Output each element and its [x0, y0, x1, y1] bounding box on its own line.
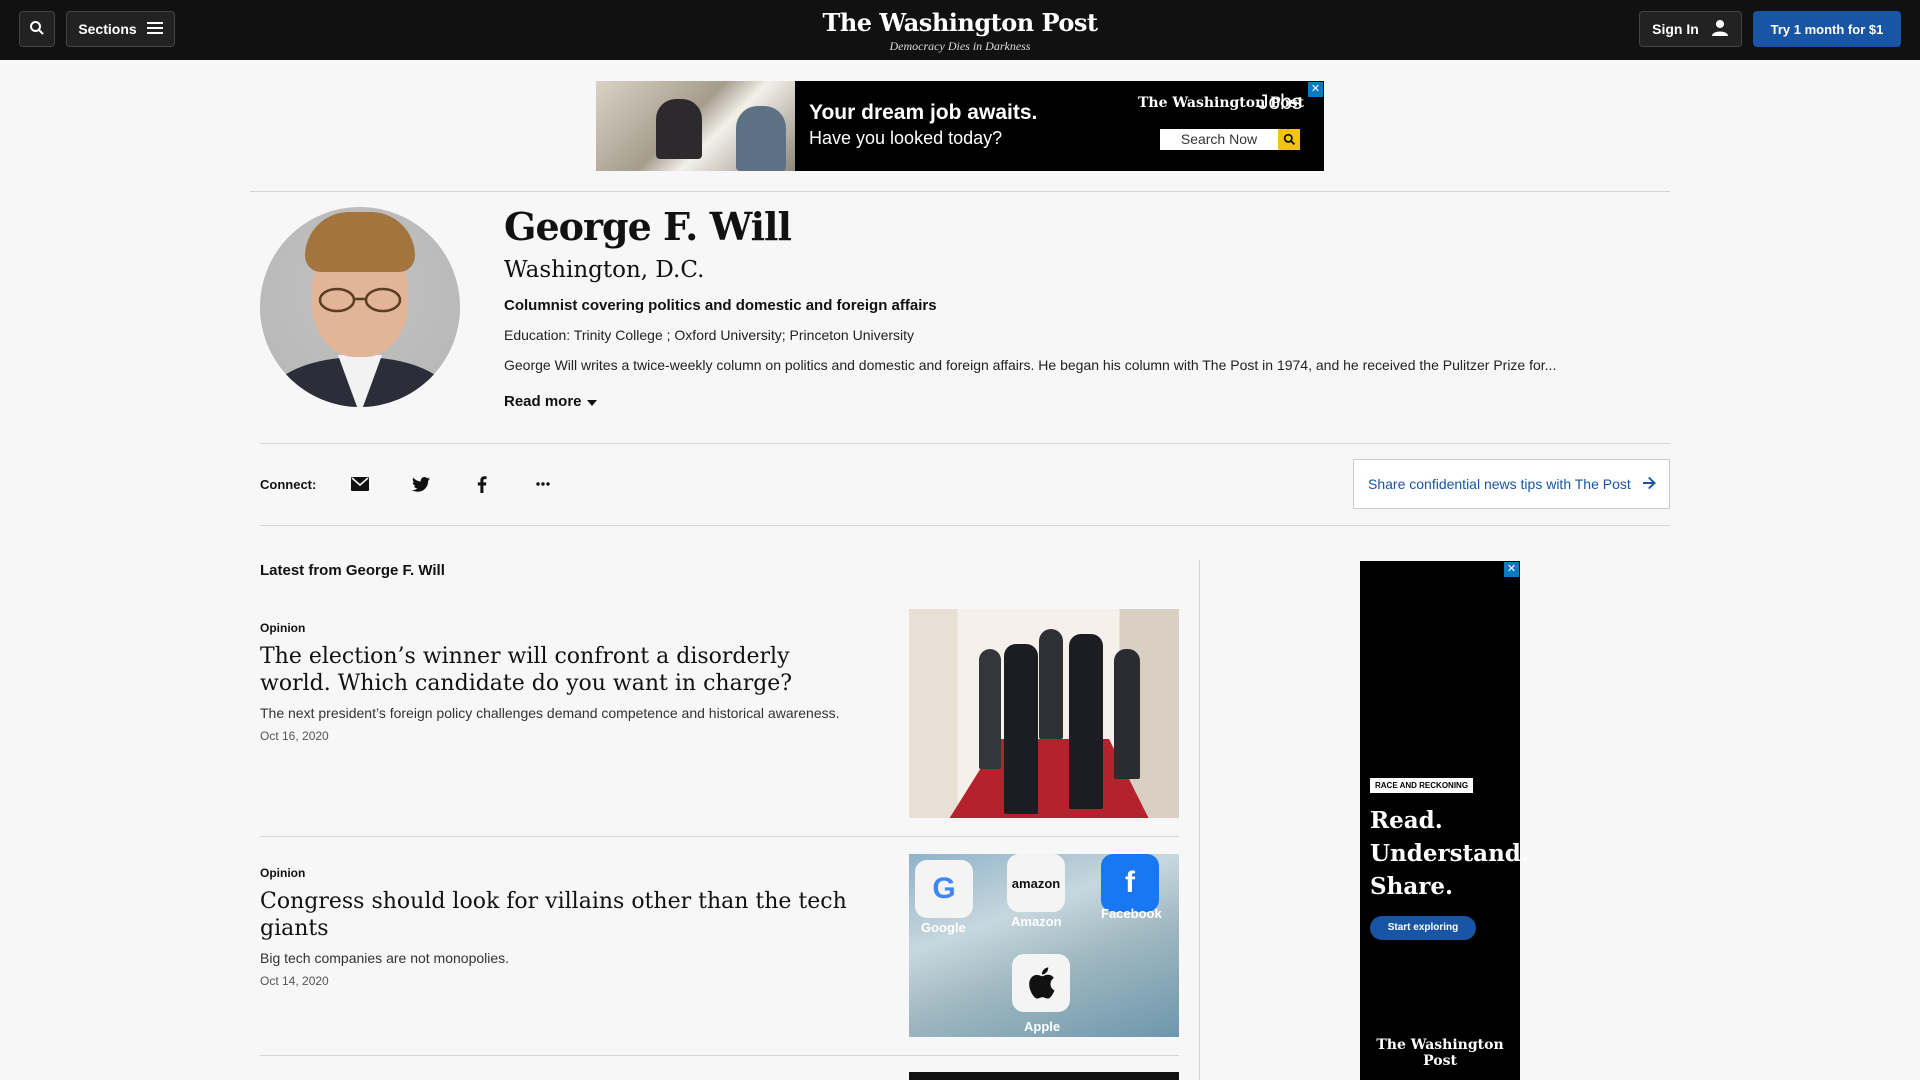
news-tips-link[interactable]: Share confidential news tips with The Po…	[1353, 459, 1670, 509]
header-divider	[250, 191, 1670, 192]
amazon-label: Amazon	[1011, 914, 1062, 929]
magnifier-icon[interactable]	[1278, 129, 1300, 150]
facebook-app-icon: f	[1101, 854, 1159, 912]
latest-heading: Latest from George F. Will	[260, 562, 445, 579]
ad-close-icon[interactable]: ✕	[1308, 82, 1323, 97]
sections-menu-button[interactable]: Sections	[66, 11, 175, 47]
ad-logo: The Washington Post	[1376, 1037, 1504, 1069]
author-location: Washington, D.C.	[504, 257, 705, 283]
amazon-icon: amazon	[1007, 854, 1065, 912]
article-title[interactable]: The election’s winner will confront a di…	[260, 643, 860, 697]
facebook-icon[interactable]	[471, 473, 493, 495]
read-more-button[interactable]: Read more	[504, 393, 597, 410]
sign-in-label: Sign In	[1652, 21, 1699, 37]
arrow-right-icon	[1642, 476, 1656, 492]
profile-divider	[260, 443, 1670, 444]
search-button[interactable]	[19, 11, 55, 47]
news-tips-label: Share confidential news tips with The Po…	[1368, 476, 1631, 492]
article-divider	[260, 836, 1179, 837]
jobs-ad-banner[interactable]: Your dream job awaits. Have you looked t…	[596, 81, 1324, 171]
author-role: Columnist covering politics and domestic…	[504, 297, 937, 314]
ad-photo	[596, 81, 795, 171]
ad-headline-line: Share.	[1370, 873, 1453, 900]
sign-in-button[interactable]: Sign In	[1639, 11, 1742, 47]
logo-tagline: Democracy Dies in Darkness	[889, 39, 1031, 53]
article-title[interactable]: Congress should look for villains other …	[260, 888, 900, 942]
google-label: Google	[921, 920, 966, 935]
ad-close-icon[interactable]: ✕	[1504, 562, 1519, 577]
user-icon	[1711, 19, 1729, 40]
twitter-icon[interactable]	[410, 473, 432, 495]
ad-headline: Read. Understand. Share.	[1370, 804, 1529, 903]
author-education: Education: Trinity College ; Oxford Univ…	[504, 327, 915, 343]
connect-label: Connect:	[260, 477, 317, 492]
article-image[interactable]	[909, 609, 1179, 818]
article-divider	[260, 1055, 1179, 1056]
site-logo[interactable]: The Washington Post Democracy Dies in Da…	[760, 8, 1160, 54]
sections-label: Sections	[78, 21, 137, 37]
ad-tag: RACE AND RECKONING	[1370, 778, 1474, 793]
ad-subline: Have you looked today?	[809, 128, 1003, 148]
ad-headline-line: Read.	[1370, 807, 1443, 834]
read-more-label: Read more	[504, 393, 582, 410]
more-icon[interactable]	[532, 473, 554, 495]
ad-headline: Your dream job awaits.	[809, 101, 1038, 124]
top-nav-bar: Sections The Washington Post Democracy D…	[0, 0, 1920, 60]
author-name: George F. Will	[504, 204, 792, 249]
author-avatar	[260, 207, 460, 407]
logo-title: The Washington Post	[822, 8, 1098, 37]
apple-label: Apple	[1024, 1019, 1061, 1034]
article-image[interactable]: G Google amazon Amazon f Facebook Apple	[909, 854, 1179, 1037]
connect-divider	[260, 525, 1670, 526]
ad-search-button[interactable]: Search Now	[1160, 129, 1278, 150]
ad-brand-suffix: Jobs	[1258, 91, 1303, 114]
start-exploring-button[interactable]: Start exploring	[1370, 916, 1476, 940]
email-icon[interactable]	[349, 473, 371, 495]
article-image-partial[interactable]	[909, 1072, 1179, 1080]
race-reckoning-ad[interactable]: ✕ RACE AND RECKONING Read. Understand. S…	[1360, 561, 1529, 1080]
subscribe-button[interactable]: Try 1 month for $1	[1753, 11, 1901, 47]
search-icon	[29, 20, 45, 39]
author-bio: George Will writes a twice-weekly column…	[504, 357, 1557, 373]
apple-icon	[1012, 954, 1070, 1012]
article-item[interactable]: Opinion The election’s winner will confr…	[260, 609, 1180, 836]
article-item[interactable]: Opinion Congress should look for villain…	[260, 854, 1180, 1056]
google-icon: G	[915, 860, 973, 918]
hamburger-icon	[146, 21, 163, 38]
ad-headline-line: Understand.	[1370, 840, 1529, 867]
column-divider	[1199, 560, 1200, 1080]
caret-down-icon	[586, 393, 597, 410]
facebook-label: Facebook	[1101, 906, 1162, 921]
